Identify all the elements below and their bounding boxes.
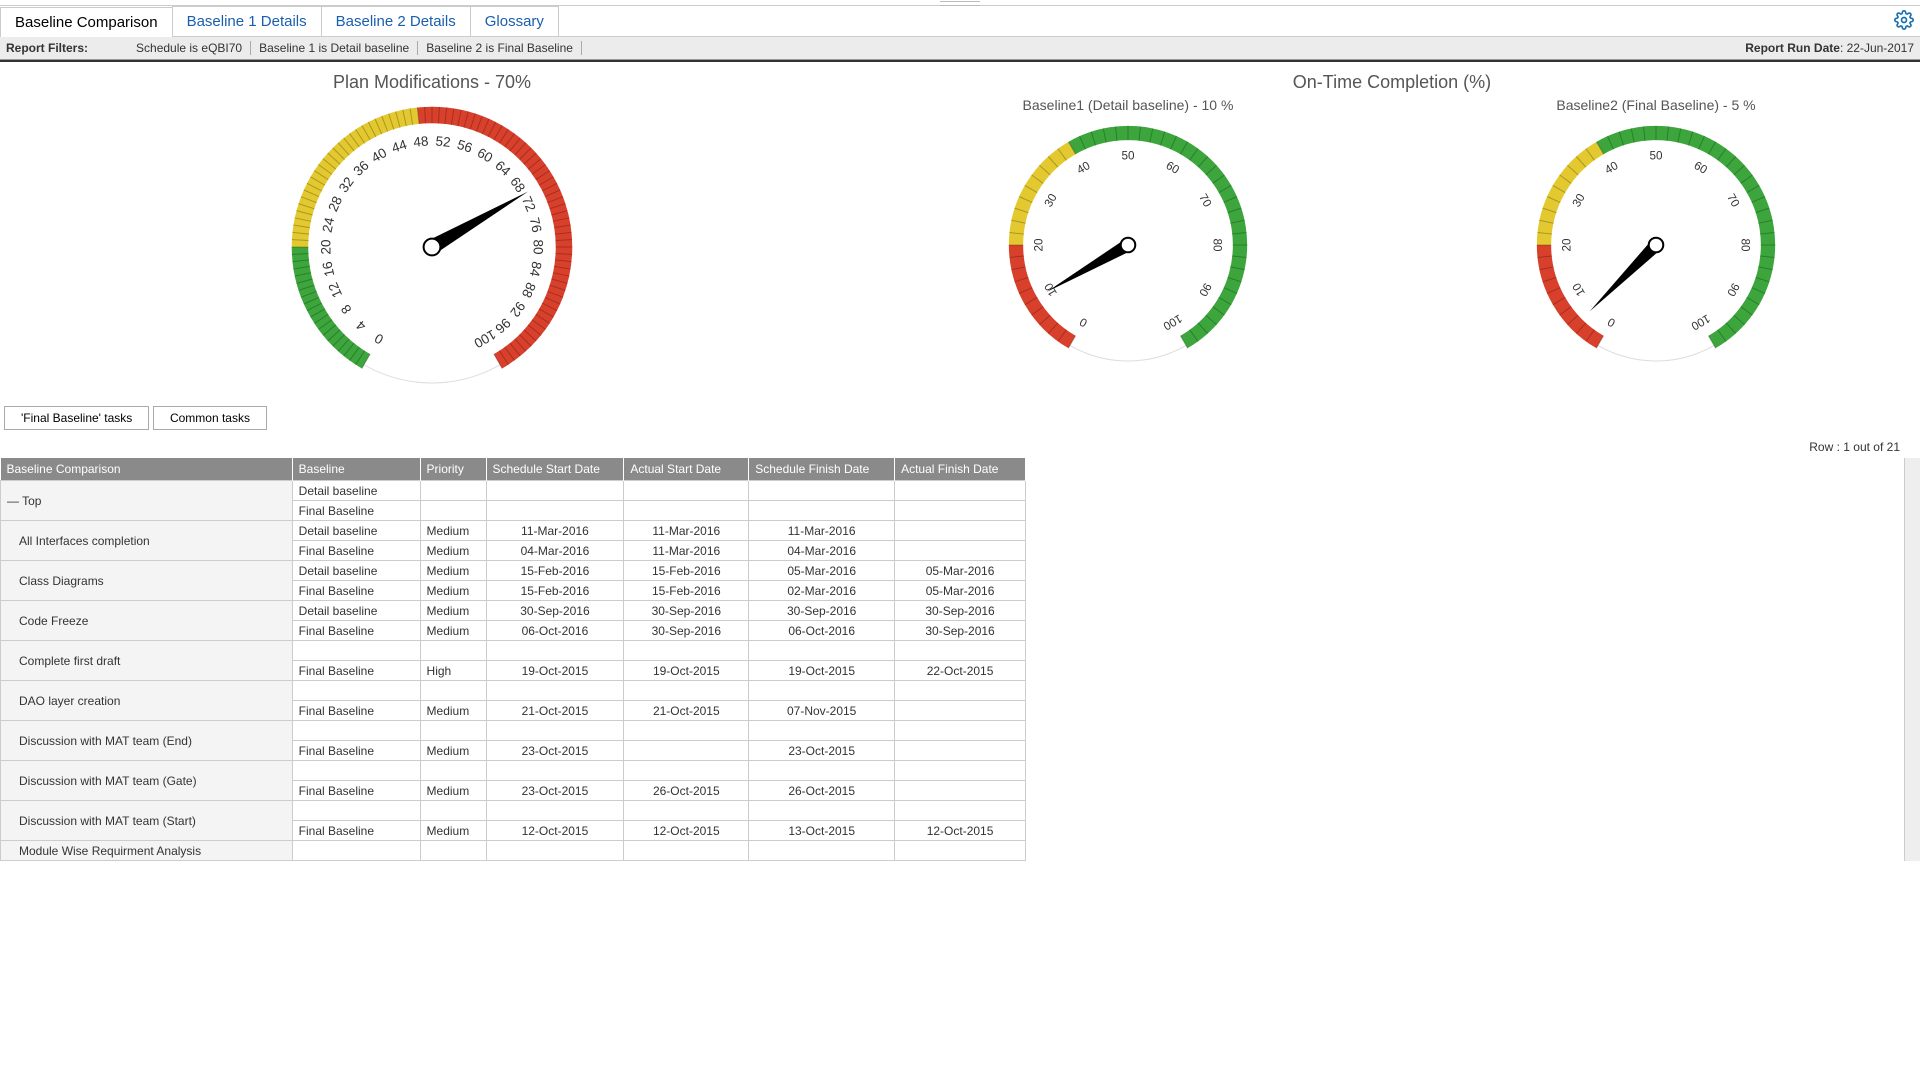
svg-text:40: 40	[369, 145, 390, 166]
table-row: Discussion with MAT team (End)	[1, 721, 1026, 741]
svg-text:100: 100	[471, 327, 498, 351]
tab-baseline-comparison[interactable]: Baseline Comparison	[0, 7, 173, 37]
filter-schedule: Schedule is eQBI70	[128, 41, 251, 55]
svg-text:8: 8	[338, 302, 355, 317]
svg-text:80: 80	[530, 239, 545, 254]
svg-text:0: 0	[372, 330, 386, 347]
svg-text:32: 32	[336, 174, 357, 195]
table-row: Discussion with MAT team (Start)	[1, 801, 1026, 821]
table-row: DAO layer creation	[1, 681, 1026, 701]
svg-text:70: 70	[1196, 192, 1214, 210]
svg-text:90: 90	[1196, 281, 1214, 299]
table-header-row: Baseline Comparison Baseline Priority Sc…	[1, 458, 1026, 481]
svg-text:40: 40	[1603, 159, 1621, 177]
filters-label: Report Filters:	[6, 41, 88, 55]
gauge-plan-modifications: Plan Modifications - 70% 048121620242832…	[0, 72, 864, 400]
svg-text:50: 50	[1121, 149, 1135, 162]
table-row: All Interfaces completion Detail baselin…	[1, 521, 1026, 541]
gauge-baseline1: Baseline1 (Detail baseline) - 10 % 01020…	[998, 97, 1258, 378]
gauge-title: Plan Modifications - 70%	[0, 72, 864, 93]
common-tasks-button[interactable]: Common tasks	[153, 406, 267, 430]
svg-text:72: 72	[519, 194, 539, 214]
filter-baseline2: Baseline 2 is Final Baseline	[418, 41, 582, 55]
svg-text:44: 44	[390, 137, 409, 156]
gauge-subtitle: Baseline1 (Detail baseline) - 10 %	[998, 97, 1258, 113]
col-priority[interactable]: Priority	[420, 458, 486, 481]
svg-text:0: 0	[1077, 315, 1090, 330]
svg-text:28: 28	[325, 194, 345, 214]
svg-text:80: 80	[1739, 238, 1752, 252]
svg-text:92: 92	[507, 299, 528, 320]
tab-glossary[interactable]: Glossary	[470, 6, 559, 36]
gauge-title: On-Time Completion (%)	[864, 72, 1920, 93]
svg-text:30: 30	[1570, 191, 1588, 209]
svg-text:84: 84	[527, 260, 545, 278]
svg-text:60: 60	[1164, 159, 1182, 177]
table-row: Complete first draft	[1, 641, 1026, 661]
svg-text:90: 90	[1724, 281, 1742, 299]
svg-text:48: 48	[413, 133, 430, 149]
vertical-scrollbar[interactable]	[1904, 458, 1920, 861]
svg-text:20: 20	[1560, 238, 1573, 252]
col-actual-finish[interactable]: Actual Finish Date	[895, 458, 1026, 481]
col-actual-start[interactable]: Actual Start Date	[624, 458, 749, 481]
svg-text:60: 60	[475, 145, 496, 166]
row-counter: Row : 1 out of 21	[0, 436, 1920, 458]
svg-text:16: 16	[319, 260, 337, 278]
svg-text:68: 68	[507, 174, 528, 195]
col-baseline-comparison[interactable]: Baseline Comparison	[1, 458, 293, 481]
svg-text:0: 0	[1605, 315, 1618, 330]
svg-text:88: 88	[519, 280, 539, 300]
svg-text:80: 80	[1211, 238, 1224, 252]
gauge-plan-svg: 0481216202428323640444852566064687276808…	[282, 97, 582, 397]
svg-text:24: 24	[319, 216, 337, 234]
table-row: — Top Detail baseline	[1, 481, 1026, 501]
gauge-baseline2-svg: 0 10 20 30 40 50 60 70 80 90 100	[1526, 115, 1786, 375]
buttons-row: 'Final Baseline' tasks Common tasks	[0, 400, 1920, 436]
gear-icon[interactable]	[1894, 10, 1914, 33]
table-row: Class Diagrams Detail baselineMedium15-F…	[1, 561, 1026, 581]
svg-text:20: 20	[319, 239, 334, 254]
filters-bar: Report Filters: Schedule is eQBI70 Basel…	[0, 37, 1920, 60]
comparison-table: Baseline Comparison Baseline Priority Sc…	[0, 458, 1026, 861]
svg-text:36: 36	[351, 158, 372, 179]
tab-baseline-2-details[interactable]: Baseline 2 Details	[321, 6, 471, 36]
svg-text:76: 76	[527, 216, 545, 234]
table-row: Discussion with MAT team (Gate)	[1, 761, 1026, 781]
table-container: Baseline Comparison Baseline Priority Sc…	[0, 458, 1920, 861]
svg-text:100: 100	[1160, 312, 1184, 333]
svg-text:52: 52	[435, 133, 452, 149]
svg-text:70: 70	[1724, 192, 1742, 210]
tabs-bar: Baseline Comparison Baseline 1 Details B…	[0, 6, 1920, 37]
svg-text:12: 12	[325, 280, 345, 300]
col-schedule-start[interactable]: Schedule Start Date	[486, 458, 624, 481]
svg-text:20: 20	[1032, 238, 1045, 252]
table-row: Module Wise Requirment Analysis	[1, 841, 1026, 861]
svg-text:50: 50	[1649, 149, 1663, 162]
report-run-date: Report Run Date: 22-Jun-2017	[1745, 41, 1914, 55]
collapse-icon[interactable]: —	[7, 494, 19, 508]
filter-baseline1: Baseline 1 is Detail baseline	[251, 41, 418, 55]
final-baseline-tasks-button[interactable]: 'Final Baseline' tasks	[4, 406, 149, 430]
gauges-row: Plan Modifications - 70% 048121620242832…	[0, 62, 1920, 400]
svg-text:30: 30	[1042, 191, 1060, 209]
svg-text:60: 60	[1692, 159, 1710, 177]
col-baseline[interactable]: Baseline	[292, 458, 420, 481]
col-schedule-finish[interactable]: Schedule Finish Date	[749, 458, 895, 481]
gauge-subtitle: Baseline2 (Final Baseline) - 5 %	[1526, 97, 1786, 113]
svg-text:10: 10	[1570, 280, 1588, 298]
svg-text:64: 64	[492, 158, 514, 180]
gauge-baseline1-svg: 0102030405060708090100	[998, 115, 1258, 375]
svg-text:40: 40	[1075, 159, 1093, 177]
gauges-ontime: On-Time Completion (%) Baseline1 (Detail…	[864, 72, 1920, 400]
svg-text:4: 4	[353, 317, 369, 334]
svg-text:56: 56	[455, 137, 474, 156]
tab-baseline-1-details[interactable]: Baseline 1 Details	[172, 6, 322, 36]
table-row: Code Freeze Detail baselineMedium30-Sep-…	[1, 601, 1026, 621]
svg-text:100: 100	[1688, 312, 1712, 333]
gauge-baseline2: Baseline2 (Final Baseline) - 5 % 0 10 20 30…	[1526, 97, 1786, 378]
